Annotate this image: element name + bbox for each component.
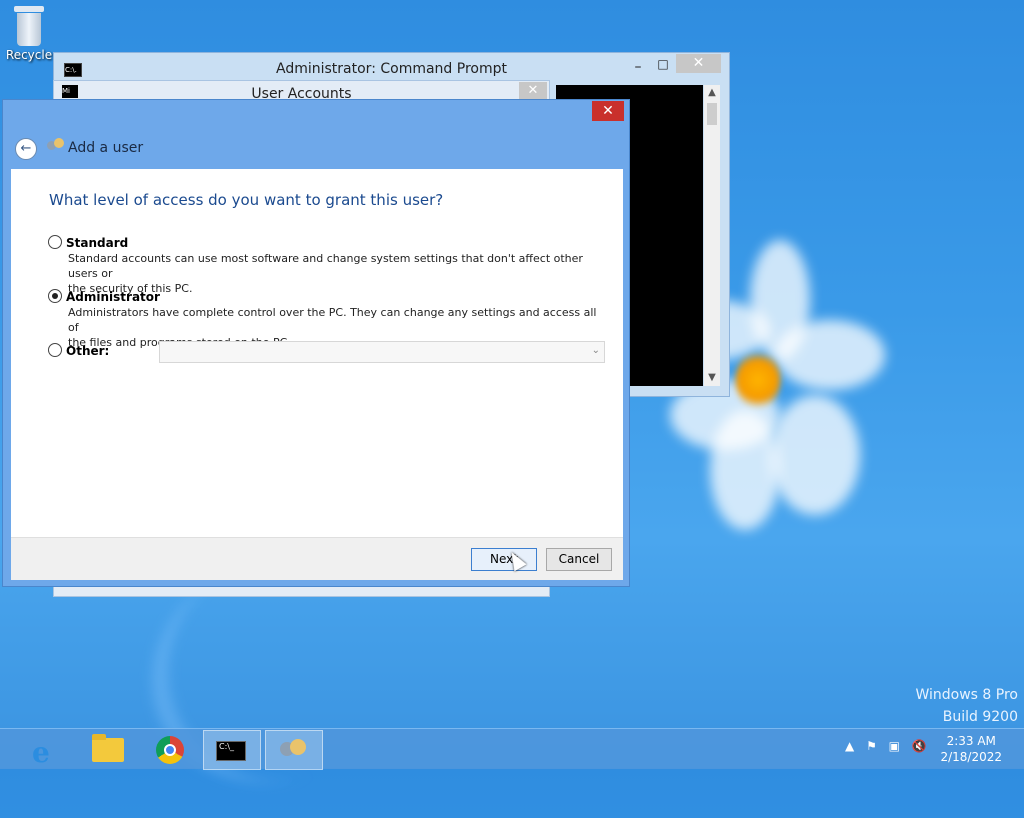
taskbar-file-explorer[interactable]: [80, 730, 136, 768]
taskbar-clock[interactable]: 2:33 AM 2/18/2022: [940, 733, 1002, 765]
option-standard-label: Standard: [66, 236, 129, 250]
desc-line: Standard accounts can use most software …: [68, 252, 583, 280]
access-question: What level of access do you want to gran…: [49, 191, 444, 209]
option-other[interactable]: Other:: [48, 343, 109, 358]
folder-icon: [92, 734, 124, 762]
dialog-content: What level of access do you want to gran…: [11, 169, 623, 537]
option-administrator[interactable]: Administrator: [48, 289, 160, 304]
clock-time: 2:33 AM: [946, 734, 996, 748]
user-accounts-close-button[interactable]: ✕: [519, 82, 547, 100]
cancel-button[interactable]: Cancel: [546, 548, 612, 571]
radio-administrator[interactable]: [48, 289, 62, 303]
users-icon: [47, 138, 65, 156]
radio-standard[interactable]: [48, 235, 62, 249]
internet-explorer-icon: e: [32, 736, 50, 769]
system-tray: ▲ ⚑ ▣ 🔇: [845, 739, 935, 753]
taskbar-command-prompt[interactable]: C:\_: [203, 730, 261, 770]
back-arrow-icon[interactable]: ←: [15, 138, 37, 160]
taskbar-user-accounts[interactable]: [265, 730, 323, 770]
dialog-close-button[interactable]: ✕: [592, 101, 624, 121]
cmd-scrollbar[interactable]: ▲ ▼: [704, 85, 720, 386]
dialog-footer: Next Cancel: [11, 537, 623, 580]
scroll-down-icon[interactable]: ▼: [704, 370, 720, 386]
cmd-close-button[interactable]: ✕: [676, 54, 721, 73]
watermark-build: Build 9200: [942, 709, 1018, 725]
watermark-edition: Windows 8 Pro: [915, 687, 1018, 703]
taskbar-internet-explorer[interactable]: e: [18, 730, 74, 769]
dialog-header-title: Add a user: [68, 140, 144, 156]
taskbar-chrome[interactable]: [142, 730, 198, 768]
flag-icon[interactable]: ⚑: [866, 739, 877, 753]
radio-other[interactable]: [48, 343, 62, 357]
chevron-down-icon: ⌄: [591, 345, 600, 356]
recycle-bin-icon: [14, 6, 44, 46]
chevron-up-icon[interactable]: ▲: [845, 739, 854, 753]
option-standard[interactable]: Standard: [48, 235, 128, 250]
network-icon[interactable]: ▣: [889, 739, 900, 753]
cmd-maximize-button[interactable]: □: [652, 57, 674, 73]
add-user-dialog[interactable]: ✕ ← Add a user What level of access do y…: [2, 99, 630, 587]
taskbar: e C:\_ ▲ ⚑ ▣ 🔇 2:33 AM 2/18/2022: [0, 728, 1024, 770]
windows-watermark: Windows 8 Pro Build 9200: [915, 684, 1018, 728]
scroll-thumb[interactable]: [707, 103, 717, 125]
scroll-up-icon[interactable]: ▲: [704, 85, 720, 101]
recycle-bin-label: Recycle: [5, 48, 53, 62]
recycle-bin-desktop-icon[interactable]: Recycle: [4, 6, 54, 62]
option-administrator-label: Administrator: [66, 290, 160, 304]
next-button[interactable]: Next: [471, 548, 537, 571]
desc-line: Administrators have complete control ove…: [68, 306, 597, 334]
chrome-icon: [156, 736, 184, 764]
clock-date: 2/18/2022: [940, 750, 1002, 764]
user-accounts-icon: [280, 737, 308, 765]
cmd-minimize-button[interactable]: –: [627, 59, 649, 75]
command-prompt-icon: C:\_: [216, 741, 246, 761]
option-other-label: Other:: [66, 344, 110, 358]
volume-muted-icon[interactable]: 🔇: [912, 739, 927, 753]
other-group-select[interactable]: ⌄: [159, 341, 605, 363]
cmd-title-bar[interactable]: C:\. Administrator: Command Prompt – □ ✕: [54, 53, 729, 83]
